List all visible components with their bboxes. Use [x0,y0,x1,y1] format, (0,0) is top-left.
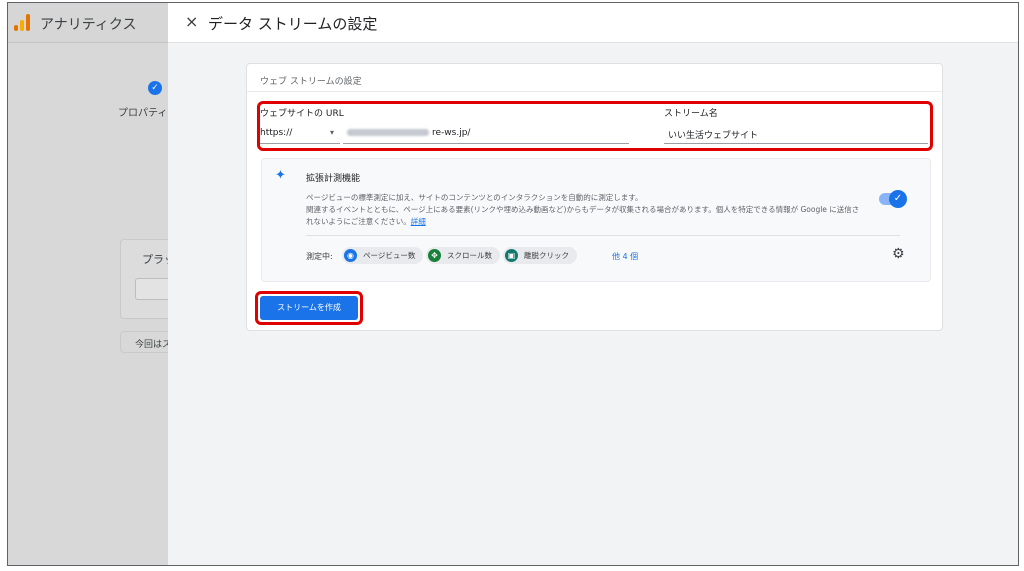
highlight-frame [255,291,363,325]
enhanced-measurement-toggle[interactable]: ✓ [879,190,907,208]
check-icon: ✓ [889,190,907,208]
sparkle-icon: ✦ [275,168,286,183]
chip-label: ページビュー数 [363,251,416,260]
dialog-title: データ ストリームの設定 [208,15,378,33]
divider [247,91,942,92]
description-line: ページビューの標準測定に加え、サイトのコンテンツとのインタラクションを自動的に測… [306,193,643,202]
chip-label: スクロール数 [447,251,492,260]
app-title: アナリティクス [40,17,137,33]
chip-label: 離脱クリック [524,251,569,260]
divider [306,235,900,236]
more-events-link[interactable]: 他 4 個 [612,251,638,262]
mouse-icon: ▣ [505,249,518,262]
description-line: れないようにご注意ください。 [306,217,411,226]
enhanced-measurement-panel: ✦ 拡張計測機能 ページビューの標準測定に加え、サイトのコンテンツとのインタラク… [261,158,931,282]
highlight-frame [257,101,933,151]
chip-page-views: ◉ ページビュー数 [342,247,424,264]
chip-scrolls: ✥ スクロール数 [426,247,500,264]
card-title: ウェブ ストリームの設定 [260,77,362,87]
step-complete-icon: ✓ [148,81,162,95]
enhanced-measurement-description: ページビューの標準測定に加え、サイトのコンテンツとのインタラクションを自動的に測… [306,192,886,228]
chip-outbound-clicks: ▣ 離脱クリック [503,247,577,264]
close-icon[interactable]: × [185,12,198,31]
eye-icon: ◉ [344,249,357,262]
scroll-icon: ✥ [428,249,441,262]
measuring-label: 測定中: [306,252,333,261]
dialog-header: × データ ストリームの設定 [168,3,1018,43]
analytics-logo-icon [14,13,30,31]
app-window: アナリティクス ✓ プロパティ( プラッ 今回はス × データ ストリームの設定… [7,2,1019,566]
data-stream-dialog: × データ ストリームの設定 ウェブ ストリームの設定 ウェブサイトの URL … [168,3,1018,565]
step-label: プロパティ( [118,108,172,119]
description-line: 関連するイベントとともに、ページ上にある要素(リンクや埋め込み動画など)からもデ… [306,205,860,214]
detail-link[interactable]: 詳細 [411,217,426,226]
web-stream-card: ウェブ ストリームの設定 ウェブサイトの URL https:// ▾ re-w… [246,63,943,331]
enhanced-measurement-title: 拡張計測機能 [306,174,361,184]
gear-icon[interactable]: ⚙ [892,246,905,262]
